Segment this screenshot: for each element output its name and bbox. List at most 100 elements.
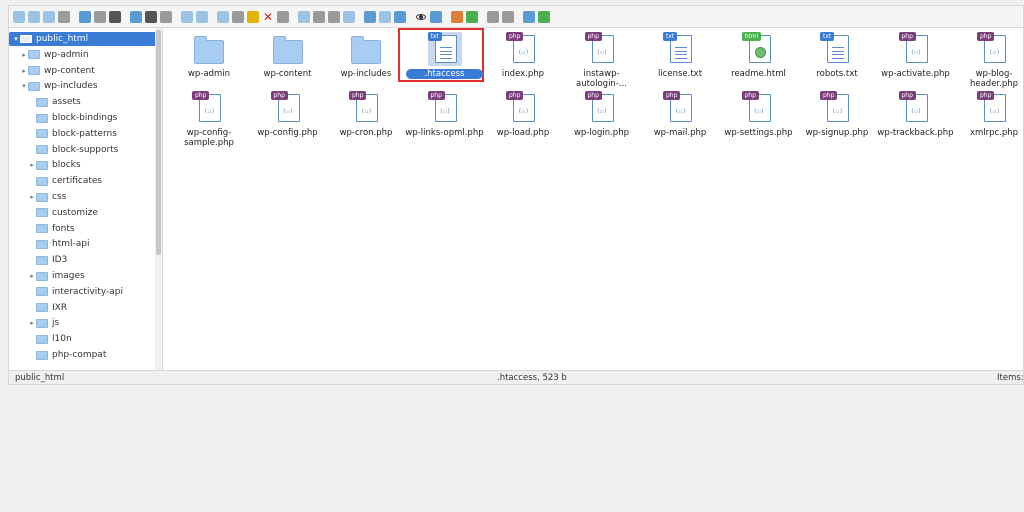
file-item[interactable]: html readme.html xyxy=(719,32,799,79)
file-item[interactable]: (☐) php index.php xyxy=(483,32,563,79)
new-file-icon[interactable] xyxy=(298,10,310,23)
tree-item[interactable]: ▸ blocks xyxy=(9,158,162,172)
tree-scrollbar-thumb[interactable] xyxy=(156,30,161,255)
tree-item[interactable]: ▸ images xyxy=(9,269,162,283)
tree-item[interactable]: ▸ css xyxy=(9,190,162,204)
file-item[interactable]: (☐) php wp-activate.php xyxy=(876,32,956,79)
chevron-right-icon[interactable]: ▸ xyxy=(28,319,36,327)
tree-item[interactable]: ▸ wp-admin xyxy=(9,48,162,62)
home-icon[interactable] xyxy=(79,10,91,23)
file-item[interactable]: (☐) php instawp-autologin-... xyxy=(562,32,642,89)
tree-item[interactable]: ID3 xyxy=(9,253,162,267)
file-item[interactable]: (☐) php wp-signup.php xyxy=(797,91,877,138)
tree-item[interactable]: fonts xyxy=(9,222,162,236)
tree-item[interactable]: assets xyxy=(9,95,162,109)
save-icon[interactable] xyxy=(109,10,121,23)
file-item[interactable]: (☐) php wp-login.php xyxy=(562,91,642,138)
back-icon[interactable] xyxy=(13,10,25,23)
folder-item[interactable]: wp-includes xyxy=(326,32,406,79)
chevron-down-icon[interactable]: ▾ xyxy=(12,35,20,43)
file-item[interactable]: txt .htaccess xyxy=(405,32,485,79)
help-icon[interactable] xyxy=(523,10,535,23)
grid-view-icon[interactable] xyxy=(364,10,376,23)
folder-icon xyxy=(36,318,48,328)
file-item[interactable]: (☐) php wp-load.php xyxy=(483,91,563,138)
tree-item[interactable]: ▾ wp-includes xyxy=(9,79,162,93)
status-selection: .htaccess, 523 b xyxy=(497,373,567,383)
chevron-right-icon[interactable]: ▸ xyxy=(20,51,28,59)
view-icon[interactable] xyxy=(415,11,427,23)
file-item[interactable]: (☐) php xmlrpc.php xyxy=(954,91,1024,138)
file-name: wp-config.php xyxy=(257,128,318,138)
folder-icon xyxy=(36,160,48,170)
file-item[interactable]: (☐) php wp-trackback.php xyxy=(876,91,956,138)
tree-item[interactable]: customize xyxy=(9,206,162,220)
search-icon[interactable] xyxy=(466,10,478,23)
copy-icon[interactable] xyxy=(130,10,142,23)
file-type-badge: php xyxy=(192,91,210,100)
chevron-right-icon[interactable]: ▸ xyxy=(28,161,36,169)
reload-icon[interactable] xyxy=(58,10,70,23)
tree-item[interactable]: certificates xyxy=(9,174,162,188)
folder-icon xyxy=(28,81,40,91)
columns-icon[interactable] xyxy=(487,10,499,23)
new-folder-icon[interactable] xyxy=(313,10,325,23)
file-item[interactable]: (☐) php wp-config-sample.php xyxy=(169,91,249,148)
tree-item[interactable]: ▸ js xyxy=(9,316,162,330)
file-group xyxy=(79,10,124,23)
tree-item[interactable]: ▸ wp-content xyxy=(9,64,162,78)
folder-icon xyxy=(36,239,48,249)
folder-icon xyxy=(36,350,48,360)
folder-item[interactable]: wp-admin xyxy=(169,32,249,79)
up-icon[interactable] xyxy=(43,10,55,23)
tree-item[interactable]: php-compat xyxy=(9,348,162,362)
extract-icon[interactable] xyxy=(343,10,355,23)
file-item[interactable]: txt license.txt xyxy=(640,32,720,79)
open-icon[interactable] xyxy=(94,10,106,23)
rename-icon[interactable] xyxy=(277,10,289,23)
fullscreen-icon[interactable] xyxy=(538,10,550,23)
file-item[interactable]: (☐) php wp-mail.php xyxy=(640,91,720,138)
chevron-right-icon[interactable]: ▸ xyxy=(28,272,36,280)
tree-item-label: wp-content xyxy=(44,65,95,76)
folder-item[interactable]: wp-content xyxy=(248,32,328,79)
tree-item[interactable]: ▾ public_html xyxy=(9,32,157,46)
file-item[interactable]: (☐) php wp-settings.php xyxy=(719,91,799,138)
tree-item[interactable]: block-supports xyxy=(9,143,162,157)
paste-icon[interactable] xyxy=(145,10,157,23)
chevron-down-icon[interactable]: ▾ xyxy=(20,82,28,90)
file-item[interactable]: (☐) php wp-cron.php xyxy=(326,91,406,138)
chevron-right-icon[interactable]: ▸ xyxy=(20,67,28,75)
undo-icon[interactable] xyxy=(181,10,193,23)
tree-item[interactable]: html-api xyxy=(9,237,162,251)
list-view-icon[interactable] xyxy=(379,10,391,23)
forward-icon[interactable] xyxy=(28,10,40,23)
file-item[interactable]: (☐) php wp-blog-header.php xyxy=(954,32,1024,89)
chevron-right-icon[interactable]: ▸ xyxy=(28,193,36,201)
file-item[interactable]: txt robots.txt xyxy=(797,32,877,79)
tree-item[interactable]: block-patterns xyxy=(9,127,162,141)
tree-item[interactable]: IXR xyxy=(9,301,162,315)
sort-icon[interactable] xyxy=(451,10,463,23)
tree-scrollbar[interactable] xyxy=(155,28,162,370)
tree-item[interactable]: block-bindings xyxy=(9,111,162,125)
file-type-badge: php xyxy=(898,32,916,41)
cut-icon[interactable] xyxy=(232,10,244,23)
select-icon[interactable] xyxy=(160,10,172,23)
delete-icon[interactable]: ✕ xyxy=(262,11,274,23)
redo-icon[interactable] xyxy=(196,10,208,23)
archive-icon[interactable] xyxy=(328,10,340,23)
tree-item-label: l10n xyxy=(52,334,72,345)
duplicate-icon[interactable] xyxy=(217,10,229,23)
clipboard-icon[interactable] xyxy=(247,10,259,23)
info-icon[interactable] xyxy=(430,10,442,23)
file-type-badge: php xyxy=(663,91,681,100)
file-name: wp-load.php xyxy=(496,128,550,138)
tree-item[interactable]: interactivity-api xyxy=(9,285,162,299)
resize-icon[interactable] xyxy=(394,10,406,23)
tree-item[interactable]: l10n xyxy=(9,332,162,346)
file-item[interactable]: (☐) php wp-config.php xyxy=(248,91,328,138)
preferences-icon[interactable] xyxy=(502,10,514,23)
file-item[interactable]: (☐) php wp-links-opml.php xyxy=(405,91,485,138)
file-name: wp-content xyxy=(263,69,312,79)
